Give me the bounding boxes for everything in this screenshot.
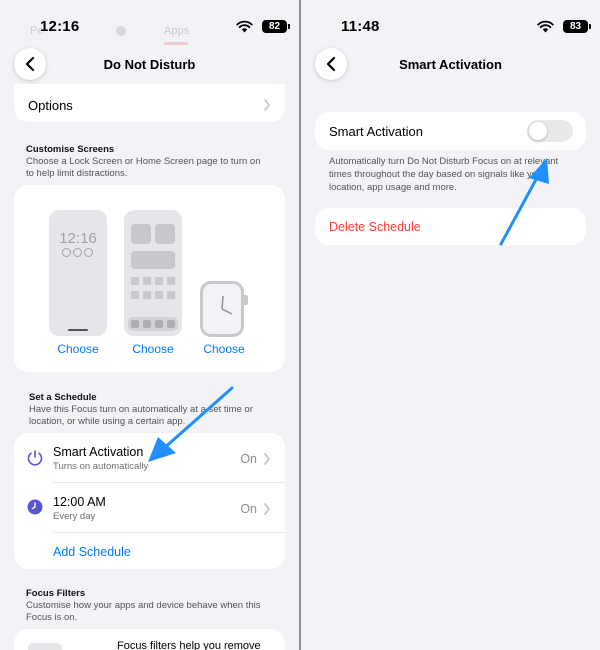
wifi-icon [236,20,253,33]
choose-home-screen-button[interactable]: Choose [123,342,183,356]
status-bar: 11:48 83 [301,0,600,44]
wifi-icon [537,20,554,33]
watch-face-tile[interactable] [200,281,248,337]
customise-description: Choose a Lock Screen or Home Screen page… [26,156,261,179]
focus-filters-heading: Focus Filters [26,588,86,599]
chevron-right-icon [264,453,271,465]
options-row[interactable]: Options [14,84,285,122]
home-indicator [68,329,88,331]
row-divider [53,532,285,533]
battery-icon: 83 [563,20,591,33]
filters-illustration [28,643,62,650]
smart-activation-toggle[interactable] [527,120,573,142]
choose-lock-screen-button[interactable]: Choose [48,342,108,356]
widget-circle [62,248,71,257]
customise-screens-card: 12:16 Choose Choose Choose [14,185,285,372]
focus-filters-text: Focus filters help you remove [117,640,261,650]
choose-watch-face-button[interactable]: Choose [194,342,254,356]
widget-block [131,251,175,269]
watch-crown [244,295,248,305]
annotation-arrow-left [148,386,234,462]
smart-activation-value: On [240,452,257,466]
battery-icon: 82 [262,20,290,33]
status-time: 12:16 [40,18,80,35]
options-label: Options [28,98,73,113]
toggle-knob [529,122,547,140]
time-schedule-row[interactable]: 12:00 AM Every day On [14,483,285,532]
chevron-right-icon [264,99,271,111]
time-schedule-subtitle: Every day [53,511,96,522]
app-grid [131,277,175,301]
smart-activation-subtitle: Turns on automatically [53,461,149,472]
widget-circle [73,248,82,257]
page-title: Do Not Disturb [103,57,196,72]
delete-schedule-button[interactable]: Delete Schedule [329,220,421,234]
smart-activation-screen: 11:48 83 Smart Activation Smart Activati… [301,0,600,650]
time-schedule-value: On [240,502,257,516]
smart-activation-toggle-row: Smart Activation [315,112,586,150]
home-screen-tile[interactable] [124,210,182,336]
lock-screen-time: 12:16 [59,230,97,247]
dock [128,317,178,331]
do-not-disturb-screen: Pe Apps 12:16 82 Do Not Disturb Options … [0,0,299,650]
customise-heading: Customise Screens [26,144,115,155]
smart-activation-title: Smart Activation [53,445,144,459]
power-icon [27,450,43,466]
focus-filters-description: Customise how your apps and device behav… [26,600,261,623]
smart-activation-toggle-label: Smart Activation [329,124,423,139]
focus-filters-card: Focus filters help you remove [14,629,285,650]
watch-hands-icon [221,295,233,315]
app-icon [131,224,151,244]
clock-icon [27,499,43,515]
chevron-right-icon [264,503,271,515]
widget-circle [84,248,93,257]
status-time: 11:48 [341,18,380,35]
schedule-heading: Set a Schedule [29,392,97,403]
add-schedule-button[interactable]: Add Schedule [53,545,131,559]
time-schedule-title: 12:00 AM [53,495,106,509]
page-title: Smart Activation [399,57,502,72]
annotation-arrow-right [499,158,549,246]
lock-screen-tile[interactable]: 12:16 [49,210,107,336]
app-icon [155,224,175,244]
status-bar: 12:16 82 [0,0,299,44]
